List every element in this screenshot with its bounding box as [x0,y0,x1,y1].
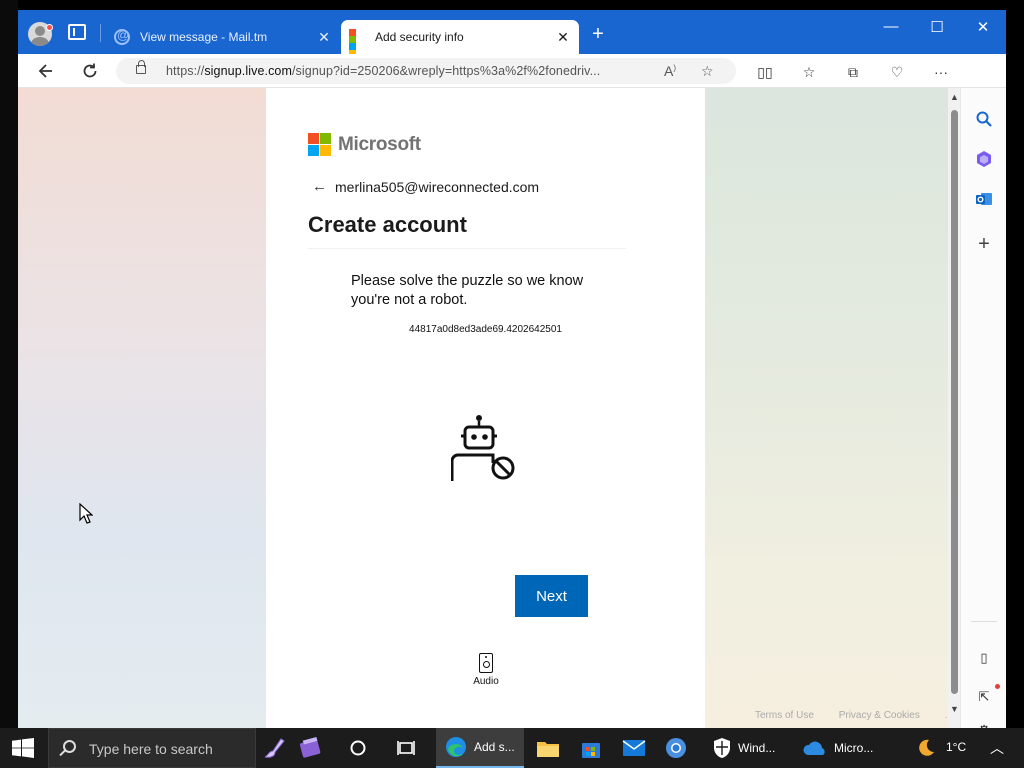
taskbar-edge-app[interactable]: Add s... [436,728,524,768]
mouse-cursor-icon [79,503,93,524]
file-explorer-icon[interactable] [536,728,562,768]
divider [308,248,626,249]
account-email: merlina505@wireconnected.com [335,178,540,195]
close-window-button[interactable]: ✕ [960,18,1006,36]
windows-start-icon[interactable] [12,738,34,758]
robot-blocked-icon [451,415,515,481]
taskbar-app-label: Add s... [474,740,515,754]
speaker-icon [479,653,493,673]
read-aloud-icon[interactable]: A) [664,63,676,79]
split-screen-icon[interactable]: ▯▯ [756,63,774,81]
scroll-up-icon[interactable]: ▲ [950,92,959,102]
sidebar-divider [971,621,997,622]
store-icon[interactable] [580,728,604,768]
tab-mail[interactable]: View message - Mail.tm ✕ [106,20,340,54]
task-view-icon[interactable] [396,728,420,768]
audio-label: Audio [473,676,499,687]
chrome-icon[interactable] [664,728,690,768]
scroll-down-icon[interactable]: ▼ [950,704,959,714]
refresh-icon [83,63,97,78]
desktop: View message - Mail.tm ✕ Add security in… [0,0,1024,768]
favorites-icon[interactable]: ☆ [800,63,818,81]
mail-app-icon[interactable] [622,728,648,768]
back-arrow-icon [38,64,52,78]
microsoft-favicon-icon [349,29,365,57]
back-arrow-icon[interactable]: ← [312,178,327,195]
collections-icon[interactable]: ⧉ [844,63,862,81]
hide-sidebar-icon[interactable]: ▯ [974,648,994,668]
signup-card: Microsoft ← merlina505@wireconnected.com… [266,88,705,728]
tab-close-icon[interactable]: ✕ [314,29,334,46]
puzzle-instructions: Please solve the puzzle so we know you'r… [351,273,584,308]
footer-links: Terms of Use Privacy & Cookies ... [755,710,948,721]
navigation-bar: https://signup.live.com/signup?id=250206… [18,54,1006,123]
next-button[interactable]: Next [515,575,588,617]
microsoft-logo-icon [308,133,331,156]
taskbar: Type here to search Add s... Wind... Mic… [0,728,1024,768]
mail-favicon-icon [114,28,130,45]
tab-separator [100,24,101,42]
audio-challenge-button[interactable]: Audio [466,653,506,687]
taskbar-app-label: Wind... [738,741,776,755]
taskbar-search[interactable]: Type here to search [48,728,256,768]
browser-window: View message - Mail.tm ✕ Add security in… [18,10,1006,728]
desktop-edge [0,0,18,728]
edge-icon [446,737,466,757]
onedrive-cloud-icon [803,741,825,755]
add-sidebar-app-icon[interactable]: + [974,234,994,254]
page-title: Create account [308,212,467,237]
tab-title: View message - Mail.tm [140,30,268,44]
background-left [18,88,266,728]
puzzle-session-id: 44817a0d8ed3ade69.4202642501 [409,324,562,335]
edge-sidebar: + ▯ ⇱ ⚙ [960,88,1006,728]
paint-app-icon[interactable] [262,728,292,768]
shield-icon [714,738,730,758]
page-content: Microsoft ← merlina505@wireconnected.com… [18,88,948,728]
refresh-button[interactable] [80,61,100,81]
url-text[interactable]: https://signup.live.com/signup?id=250206… [166,64,600,78]
tab-add-security-info[interactable]: Add security info ✕ [341,20,579,57]
maximize-button[interactable]: ☐ [914,18,960,36]
search-icon [63,740,76,753]
identity-banner[interactable]: ← merlina505@wireconnected.com [312,178,539,195]
minimize-button[interactable]: — [868,18,914,35]
video-editor-icon[interactable] [298,728,328,768]
terms-link[interactable]: Terms of Use [755,710,814,721]
outlook-icon[interactable] [974,190,994,210]
tab-bar: View message - Mail.tm ✕ Add security in… [18,10,1006,57]
scroll-thumb[interactable] [951,110,958,694]
search-placeholder: Type here to search [89,741,213,757]
brand-name: Microsoft [338,133,421,155]
weather-temperature[interactable]: 1°C [946,740,966,754]
taskbar-defender-app[interactable]: Wind... [704,728,792,768]
lock-icon[interactable] [136,60,146,74]
notification-dot-icon [46,24,53,31]
notification-dot-icon [995,684,1000,689]
address-bar[interactable]: https://signup.live.com/signup?id=250206… [116,58,736,84]
taskbar-app-label: Micro... [834,741,874,755]
vertical-scrollbar[interactable]: ▲ ▼ [948,88,960,728]
favorite-star-icon[interactable]: ☆ [701,63,714,80]
settings-gear-icon[interactable]: ⚙ [974,720,994,728]
back-button[interactable] [36,61,56,81]
background-right [705,88,948,728]
new-tab-button[interactable]: + [588,24,608,44]
taskbar-onedrive-app[interactable]: Micro... [794,728,882,768]
weather-moon-icon[interactable] [916,728,938,768]
privacy-link[interactable]: Privacy & Cookies [839,710,920,721]
microsoft-365-icon[interactable] [974,150,994,170]
tab-close-icon[interactable]: ✕ [553,29,573,46]
cortana-icon[interactable] [348,728,372,768]
search-icon[interactable] [974,110,994,130]
open-external-icon[interactable]: ⇱ [974,687,994,707]
more-menu-icon[interactable]: ··· [932,63,950,81]
tray-chevron-up-icon[interactable]: ︿ [990,738,1004,758]
tab-title: Add security info [375,30,464,44]
microsoft-logo: Microsoft [308,133,421,156]
browser-essentials-icon[interactable]: ♡ [888,63,906,81]
tab-actions-icon[interactable] [68,24,86,40]
